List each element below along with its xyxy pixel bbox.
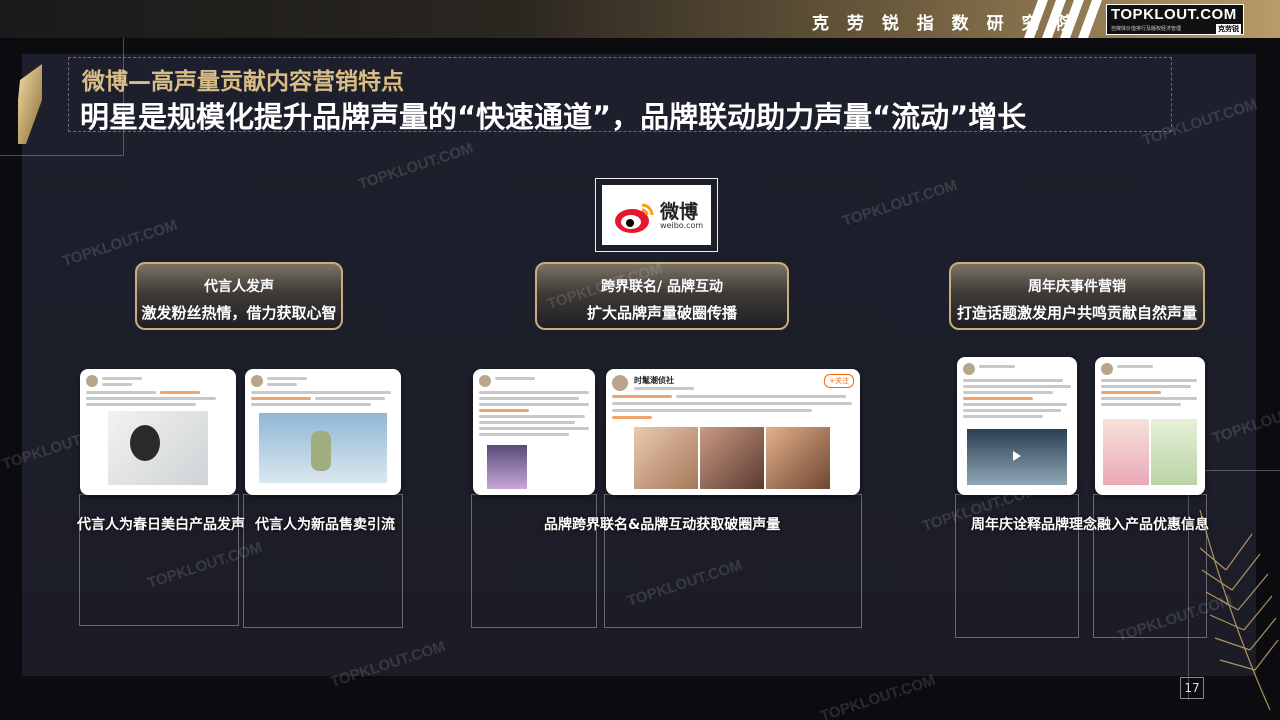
weibo-post-screenshot bbox=[957, 357, 1077, 495]
slide-subtitle: 微博—高声量贡献内容营销特点 bbox=[82, 69, 404, 95]
page-number: 17 bbox=[1180, 677, 1204, 699]
caption-new-product: 代言人为新品售卖引流 bbox=[255, 517, 395, 533]
logo-text: TOPKLOUT.COM bbox=[1111, 6, 1237, 23]
weibo-eye-icon bbox=[615, 203, 654, 233]
topklout-logo: TOPKLOUT.COM 自媒体价值排行及版权经济管理 克劳锐 bbox=[1106, 4, 1244, 35]
logo-subtext: 自媒体价值排行及版权经济管理 bbox=[1111, 26, 1182, 32]
pill-heading: 代言人发声 bbox=[204, 279, 274, 295]
pill-spokesperson: 代言人发声 激发粉丝热情，借力获取心智 bbox=[135, 262, 343, 330]
slide-title: 明星是规模化提升品牌声量的“快速通道”，品牌联动助力声量“流动”增长 bbox=[80, 100, 1027, 134]
pill-text: 打造话题激发用户共鸣贡献自然声量 bbox=[956, 304, 1197, 322]
pill-anniversary: 周年庆事件营销 打造话题激发用户共鸣贡献自然声量 bbox=[949, 262, 1205, 330]
gold-ribbon-decoration bbox=[18, 64, 42, 144]
stripes-decoration bbox=[1024, 0, 1102, 38]
watermark: TOPKLOUT.COM bbox=[818, 671, 938, 720]
weibo-post-screenshot bbox=[473, 369, 595, 495]
logo-badge: 克劳锐 bbox=[1216, 24, 1241, 34]
weibo-url: weibo.com bbox=[660, 221, 704, 230]
pill-heading: 周年庆事件营销 bbox=[1028, 279, 1126, 295]
weibo-logo-box: 微博 weibo.com bbox=[595, 178, 718, 252]
post-username: 时髦潮侦社 bbox=[634, 376, 674, 385]
weibo-post-screenshot bbox=[245, 369, 401, 495]
weibo-post-screenshot: 时髦潮侦社 +关注 bbox=[606, 369, 860, 495]
weibo-name: 微博 bbox=[660, 201, 699, 223]
follow-button: +关注 bbox=[824, 374, 854, 388]
pill-text: 激发粉丝热情，借力获取心智 bbox=[141, 304, 337, 322]
caption-crossover: 品牌跨界联名&品牌互动获取破圈声量 bbox=[544, 517, 781, 533]
caption-spring-whitening: 代言人为春日美白产品发声 bbox=[77, 517, 245, 533]
header-bar: 克 劳 锐 指 数 研 究 院 TOPKLOUT.COM 自媒体价值排行及版权经… bbox=[0, 0, 1280, 38]
